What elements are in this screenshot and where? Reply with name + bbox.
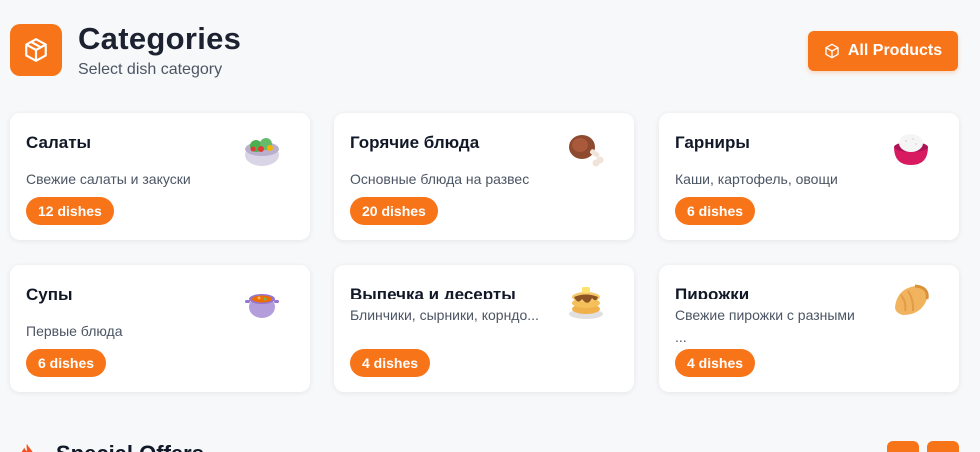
category-card-salads[interactable]: Салаты Свежие салаты и закуски 12 dishes [10,113,310,240]
card-title: Салаты [26,133,92,152]
salad-icon [245,138,279,166]
all-products-label: All Products [847,42,943,59]
category-card-hot-dishes[interactable]: Горячие блюда Основные блюда на развес 2… [334,113,634,240]
card-title: Пирожки [675,285,750,299]
special-offers-section: Special Offers [10,438,960,452]
page-subtitle: Select dish category [78,61,223,78]
dish-count-badge: 4 dishes [675,349,756,377]
card-description: Каши, картофель, овощи [675,171,838,187]
card-description: Блинчики, сырники, корндо... [350,307,539,323]
category-card-pastry-desserts[interactable]: Выпечка и десерты Блинчики, сырники, кор… [334,265,634,392]
card-description: Свежие салаты и закуски [26,171,191,187]
next-button[interactable] [927,441,959,452]
dish-count-badge: 12 dishes [26,197,114,225]
rice-bowl-icon [894,134,928,165]
special-offers-title: Special Offers [56,441,204,452]
category-card-side-dishes[interactable]: Гарниры Каши, картофель, овощи 6 dishes [659,113,959,240]
pancakes-icon [569,287,603,319]
fire-icon [21,443,33,452]
meat-icon [569,135,604,167]
soup-pot-icon [245,294,279,318]
dumpling-icon [895,284,929,315]
card-description: Основные блюда на развес [350,171,530,187]
card-title: Супы [26,285,73,304]
card-description: Свежие пирожки с разными ... [675,307,855,345]
dish-count-badge: 4 dishes [350,349,431,377]
page-title: Categories [78,21,242,56]
all-products-button[interactable]: All Products [808,31,958,71]
card-title: Гарниры [675,133,750,152]
card-description: Первые блюда [26,323,123,339]
card-title: Выпечка и десерты [350,285,516,299]
page-header: Categories Select dish category All Prod… [10,21,960,84]
dish-count-badge: 20 dishes [350,197,438,225]
prev-button[interactable] [887,441,919,452]
box-icon [10,24,62,76]
box-icon [825,43,839,59]
card-title: Горячие блюда [350,133,480,152]
dish-count-badge: 6 dishes [26,349,107,377]
category-card-soups[interactable]: Супы Первые блюда 6 dishes [10,265,310,392]
dish-count-badge: 6 dishes [675,197,756,225]
category-card-pies[interactable]: Пирожки Свежие пирожки с разными ... 4 d… [659,265,959,392]
